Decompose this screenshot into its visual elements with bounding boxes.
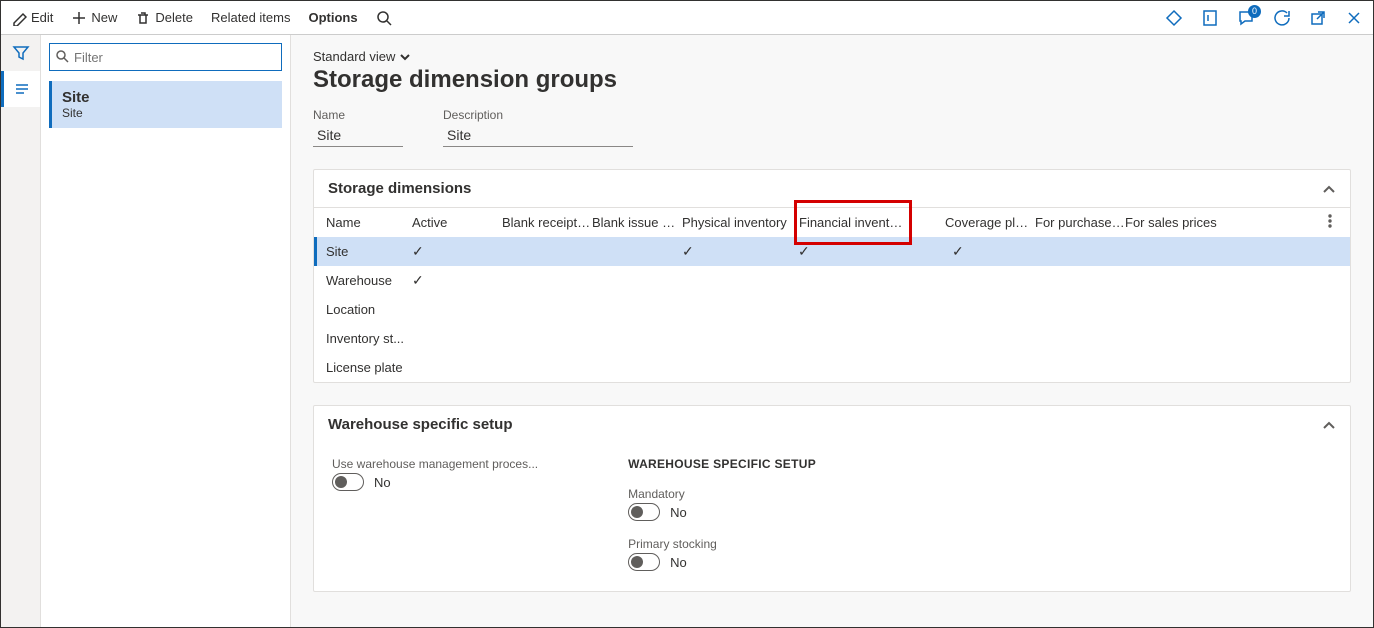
attachments-button[interactable]	[1165, 9, 1183, 27]
plus-icon	[71, 10, 87, 26]
office-button[interactable]	[1201, 9, 1219, 27]
search-icon	[55, 49, 69, 63]
search-button[interactable]	[376, 10, 392, 26]
table-row[interactable]: Inventory st...	[314, 324, 1350, 353]
list-item-site[interactable]: Site Site	[49, 81, 282, 128]
command-bar: Edit New Delete Related items Options	[1, 1, 1373, 35]
close-icon	[1345, 9, 1363, 27]
name-label: Name	[313, 108, 403, 122]
desc-field[interactable]: Site	[443, 124, 633, 147]
funnel-icon	[12, 44, 30, 62]
grid-header-row: Name Active Blank receipt a... Blank iss…	[314, 208, 1350, 237]
cell-financial	[798, 243, 917, 260]
use-wh-value: No	[374, 475, 391, 490]
view-selector[interactable]: Standard view	[313, 49, 1351, 64]
desc-label: Description	[443, 108, 633, 122]
rail-list-button[interactable]	[1, 71, 40, 107]
left-rail	[1, 35, 41, 627]
filter-wrap	[49, 43, 282, 71]
warehouse-header[interactable]: Warehouse specific setup	[314, 406, 1350, 443]
primary-value: No	[670, 555, 687, 570]
primary-toggle[interactable]	[628, 553, 660, 571]
cell-active	[412, 272, 502, 289]
cell-coverage	[952, 243, 1042, 260]
more-vertical-icon	[1322, 213, 1338, 229]
edit-label: Edit	[31, 10, 53, 25]
refresh-button[interactable]	[1273, 9, 1291, 27]
warehouse-title: Warehouse specific setup	[328, 416, 513, 433]
rail-filter-button[interactable]	[1, 35, 40, 71]
list-item-sub: Site	[62, 106, 272, 120]
pencil-icon	[11, 10, 27, 26]
col-sales[interactable]: For sales prices	[1125, 215, 1235, 230]
cell-physical	[682, 243, 798, 260]
related-label: Related items	[211, 10, 290, 25]
office-icon	[1201, 9, 1219, 27]
view-label-text: Standard view	[313, 49, 395, 64]
cell-active	[412, 243, 502, 260]
diamond-icon	[1165, 9, 1183, 27]
chevron-up-icon	[1322, 418, 1336, 432]
filter-input[interactable]	[49, 43, 282, 71]
options-label: Options	[308, 10, 357, 25]
storage-dimensions-fasttab: Storage dimensions Name Active Blank rec…	[313, 169, 1351, 383]
cell-name: Site	[326, 244, 412, 259]
popout-icon	[1309, 9, 1327, 27]
chevron-up-icon	[1322, 182, 1336, 196]
col-physical[interactable]: Physical inventory	[682, 215, 798, 230]
storage-dim-title: Storage dimensions	[328, 180, 471, 197]
new-label: New	[91, 10, 117, 25]
chevron-down-icon	[399, 51, 411, 63]
record-list-pane: Site Site	[41, 35, 291, 627]
main-pane: Standard view Storage dimension groups N…	[291, 35, 1373, 627]
mandatory-label: Mandatory	[628, 487, 816, 501]
table-row[interactable]: Location	[314, 295, 1350, 324]
cell-name: Location	[326, 302, 412, 317]
col-active[interactable]: Active	[412, 215, 502, 230]
name-field[interactable]: Site	[313, 124, 403, 147]
use-wh-label: Use warehouse management proces...	[332, 457, 538, 471]
options-button[interactable]: Options	[308, 10, 357, 25]
warehouse-setup-fasttab: Warehouse specific setup Use warehouse m…	[313, 405, 1351, 592]
page-title: Storage dimension groups	[313, 66, 1351, 94]
grid-more-button[interactable]	[1322, 213, 1338, 232]
mandatory-value: No	[670, 505, 687, 520]
delete-button[interactable]: Delete	[135, 10, 193, 26]
cell-name: License plate	[326, 360, 412, 375]
col-financial-highlighted[interactable]: Financial inventory	[794, 200, 912, 245]
wh-group-label: WAREHOUSE SPECIFIC SETUP	[628, 457, 816, 471]
storage-dim-grid: Name Active Blank receipt a... Blank iss…	[314, 207, 1350, 382]
cell-name: Inventory st...	[326, 331, 412, 346]
notif-count: 0	[1248, 5, 1261, 18]
col-purchase[interactable]: For purchase p...	[1035, 215, 1125, 230]
trash-icon	[135, 10, 151, 26]
table-row[interactable]: Warehouse	[314, 266, 1350, 295]
primary-label: Primary stocking	[628, 537, 816, 551]
notifications-button[interactable]: 0	[1237, 9, 1255, 27]
popout-button[interactable]	[1309, 9, 1327, 27]
use-wh-toggle[interactable]	[332, 473, 364, 491]
col-blank-issue[interactable]: Blank issue all...	[592, 215, 682, 230]
edit-button[interactable]: Edit	[11, 10, 53, 26]
col-coverage[interactable]: Coverage plan ...	[945, 215, 1035, 230]
refresh-icon	[1273, 9, 1291, 27]
related-items-button[interactable]: Related items	[211, 10, 290, 25]
col-name[interactable]: Name	[326, 215, 412, 230]
search-icon	[376, 10, 392, 26]
cell-name: Warehouse	[326, 273, 412, 288]
mandatory-toggle[interactable]	[628, 503, 660, 521]
delete-label: Delete	[155, 10, 193, 25]
lines-icon	[13, 80, 31, 98]
list-item-title: Site	[62, 89, 272, 106]
new-button[interactable]: New	[71, 10, 117, 26]
table-row[interactable]: License plate	[314, 353, 1350, 382]
close-button[interactable]	[1345, 9, 1363, 27]
col-blank-receipt[interactable]: Blank receipt a...	[502, 215, 592, 230]
